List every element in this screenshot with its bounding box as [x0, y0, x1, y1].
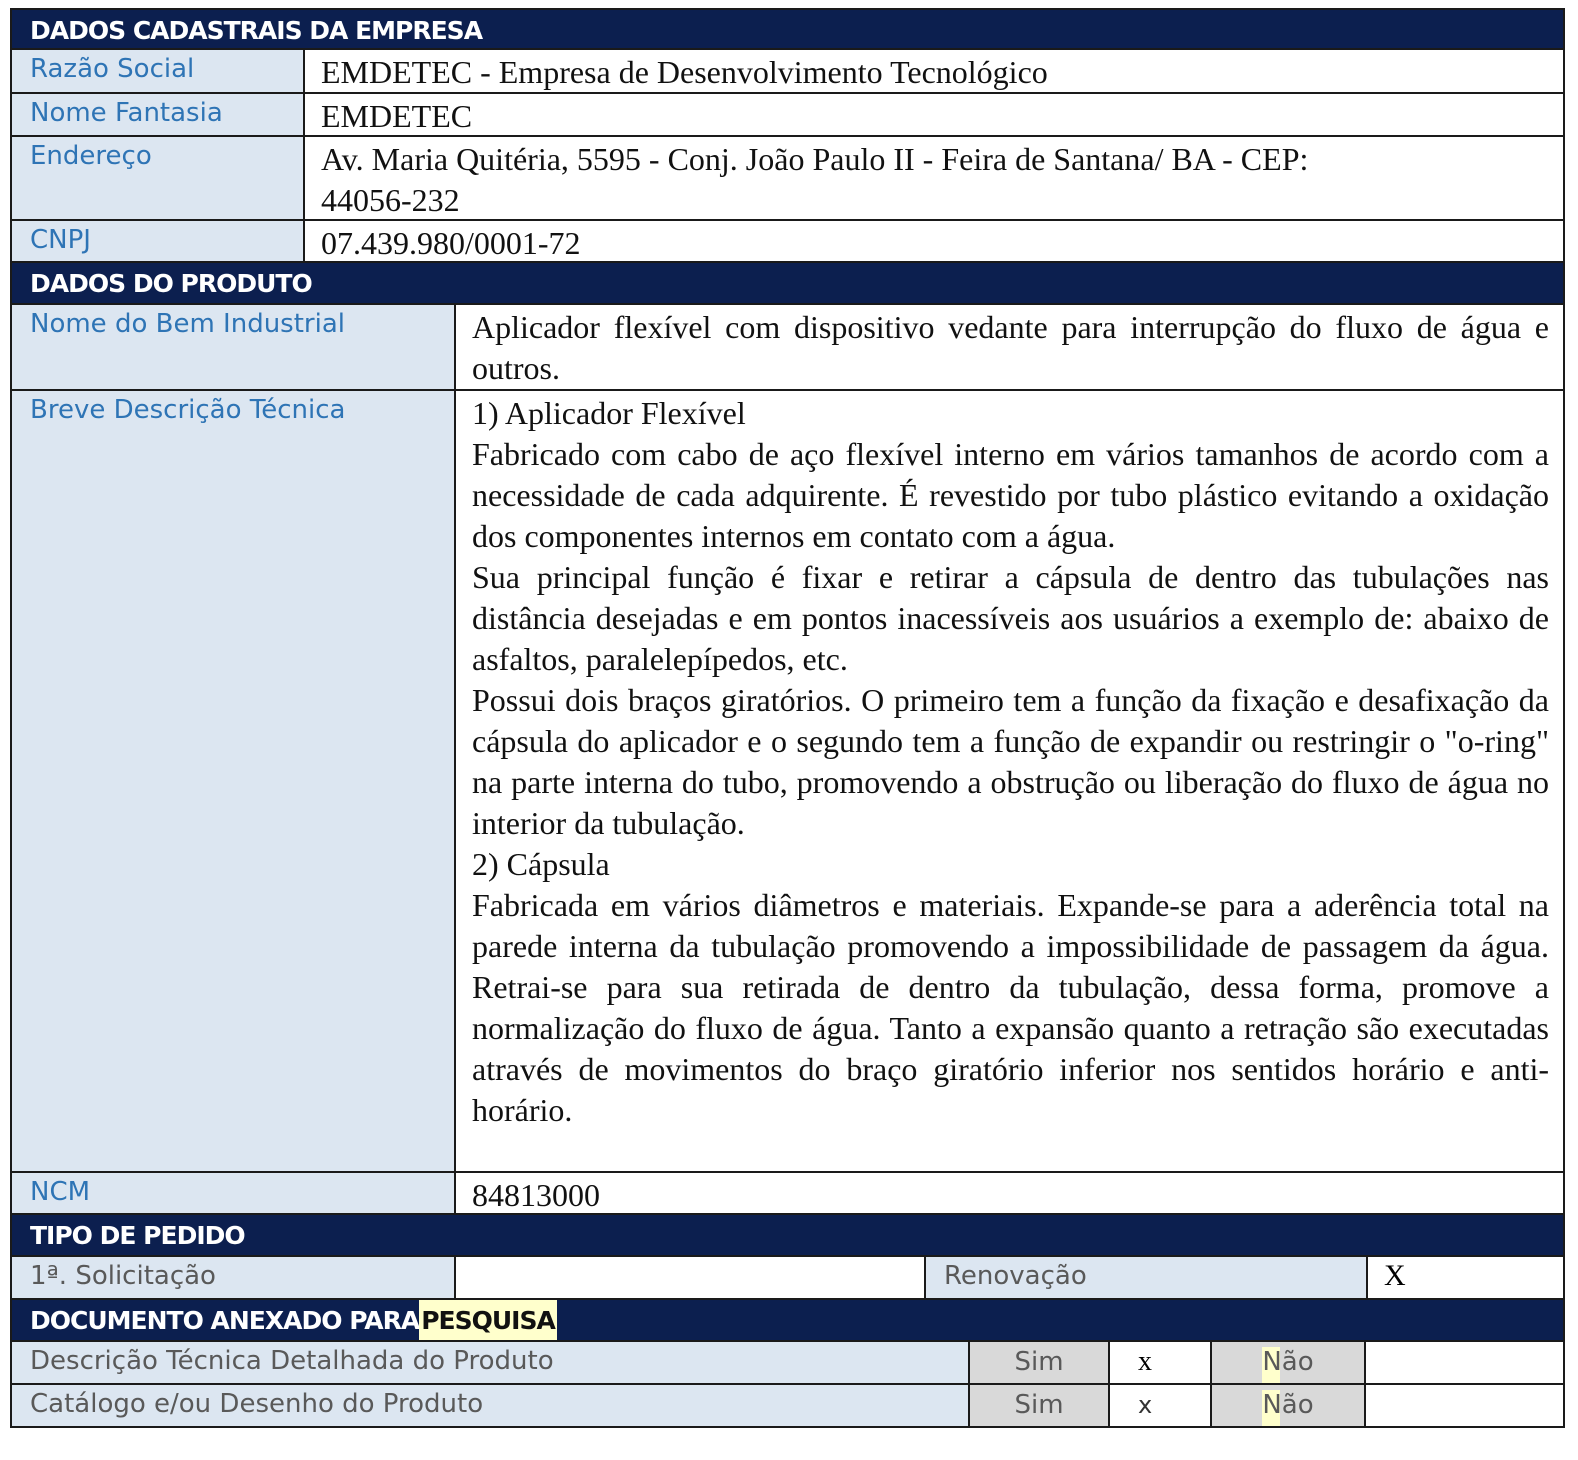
row-nome-fantasia: Nome Fantasia EMDETEC [10, 94, 1565, 137]
row-doc-catalogo: Catálogo e/ou Desenho do Produto Sim x N… [10, 1385, 1565, 1428]
value-endereco: Av. Maria Quitéria, 5595 - Conj. João Pa… [305, 137, 1563, 219]
descricao-paragraph-6: Fabricada em vários diâmetros e materiai… [472, 887, 1549, 1128]
descricao-paragraph-2: Fabricado com cabo de aço flexível inter… [472, 436, 1549, 554]
option-nao-text: Não [1262, 1347, 1314, 1377]
row-tipo-pedido: 1ª. Solicitação Renovação X [10, 1257, 1565, 1300]
label-primeira-solicitacao: 1ª. Solicitação [12, 1257, 456, 1298]
mark-sim[interactable]: x [1110, 1342, 1212, 1383]
row-descricao: Breve Descrição Técnica 1) Aplicador Fle… [10, 391, 1565, 1173]
label-razao-social: Razão Social [12, 50, 305, 92]
value-nome-bem: Aplicador flexível com dispositivo vedan… [472, 309, 1549, 386]
row-razao-social: Razão Social EMDETEC - Empresa de Desenv… [10, 50, 1565, 94]
descricao-paragraph-5: 2) Cápsula [472, 846, 610, 882]
label-descricao: Breve Descrição Técnica [12, 391, 456, 1171]
label-cnpj: CNPJ [12, 221, 305, 261]
option-sim-label: Sim [970, 1342, 1110, 1383]
label-nome-fantasia: Nome Fantasia [12, 94, 305, 135]
mark-sim[interactable]: x [1110, 1385, 1212, 1426]
row-doc-descricao: Descrição Técnica Detalhada do Produto S… [10, 1342, 1565, 1385]
descricao-paragraph-3: Sua principal função é fixar e retirar a… [472, 559, 1549, 677]
label-doc-catalogo: Catálogo e/ou Desenho do Produto [12, 1385, 970, 1426]
option-nao-label: Não [1212, 1385, 1366, 1426]
section-title-pedido: TIPO DE PEDIDO [30, 1221, 246, 1250]
section-title-documento: DOCUMENTO ANEXADO PARA [30, 1306, 420, 1335]
value-ncm: 84813000 [472, 1177, 600, 1213]
section-header-empresa: DADOS CADASTRAIS DA EMPRESA [10, 8, 1565, 50]
mark-nao[interactable] [1366, 1385, 1563, 1426]
section-header-documento: DOCUMENTO ANEXADO PARA PESQUISA [10, 1300, 1565, 1342]
label-nome-bem: Nome do Bem Industrial [12, 305, 456, 389]
section-title-highlight: PESQUISA [419, 1300, 557, 1340]
row-endereco: Endereço Av. Maria Quitéria, 5595 - Conj… [10, 137, 1565, 221]
row-nome-bem: Nome do Bem Industrial Aplicador flexíve… [10, 305, 1565, 391]
option-nao-text: Não [1262, 1390, 1314, 1420]
section-header-produto: DADOS DO PRODUTO [10, 263, 1565, 305]
label-ncm: NCM [12, 1173, 456, 1213]
value-descricao: 1) Aplicador Flexível Fabricado com cabo… [456, 391, 1563, 1171]
descricao-paragraph-1: 1) Aplicador Flexível [472, 395, 746, 431]
label-doc-descricao: Descrição Técnica Detalhada do Produto [12, 1342, 970, 1383]
registration-form: DADOS CADASTRAIS DA EMPRESA Razão Social… [10, 8, 1565, 1428]
descricao-paragraph-4: Possui dois braços giratórios. O primeir… [472, 682, 1549, 841]
value-nome-fantasia: EMDETEC [321, 98, 473, 134]
label-renovacao: Renovação [926, 1257, 1368, 1298]
option-nao-label: Não [1212, 1342, 1366, 1383]
row-cnpj: CNPJ 07.439.980/0001-72 [10, 221, 1565, 263]
label-endereco: Endereço [12, 137, 305, 219]
section-title-produto: DADOS DO PRODUTO [30, 269, 313, 298]
value-cnpj: 07.439.980/0001-72 [321, 225, 581, 261]
mark-primeira-solicitacao[interactable] [456, 1257, 926, 1298]
section-header-pedido: TIPO DE PEDIDO [10, 1215, 1565, 1257]
section-title-empresa: DADOS CADASTRAIS DA EMPRESA [30, 16, 483, 45]
endereco-line-2: 44056-232 [321, 182, 460, 218]
row-ncm: NCM 84813000 [10, 1173, 1565, 1215]
value-razao-social: EMDETEC - Empresa de Desenvolvimento Tec… [321, 54, 1048, 90]
option-sim-label: Sim [970, 1385, 1110, 1426]
endereco-line-1: Av. Maria Quitéria, 5595 - Conj. João Pa… [321, 141, 1309, 177]
mark-nao[interactable] [1366, 1342, 1563, 1383]
mark-renovacao[interactable]: X [1368, 1257, 1563, 1298]
